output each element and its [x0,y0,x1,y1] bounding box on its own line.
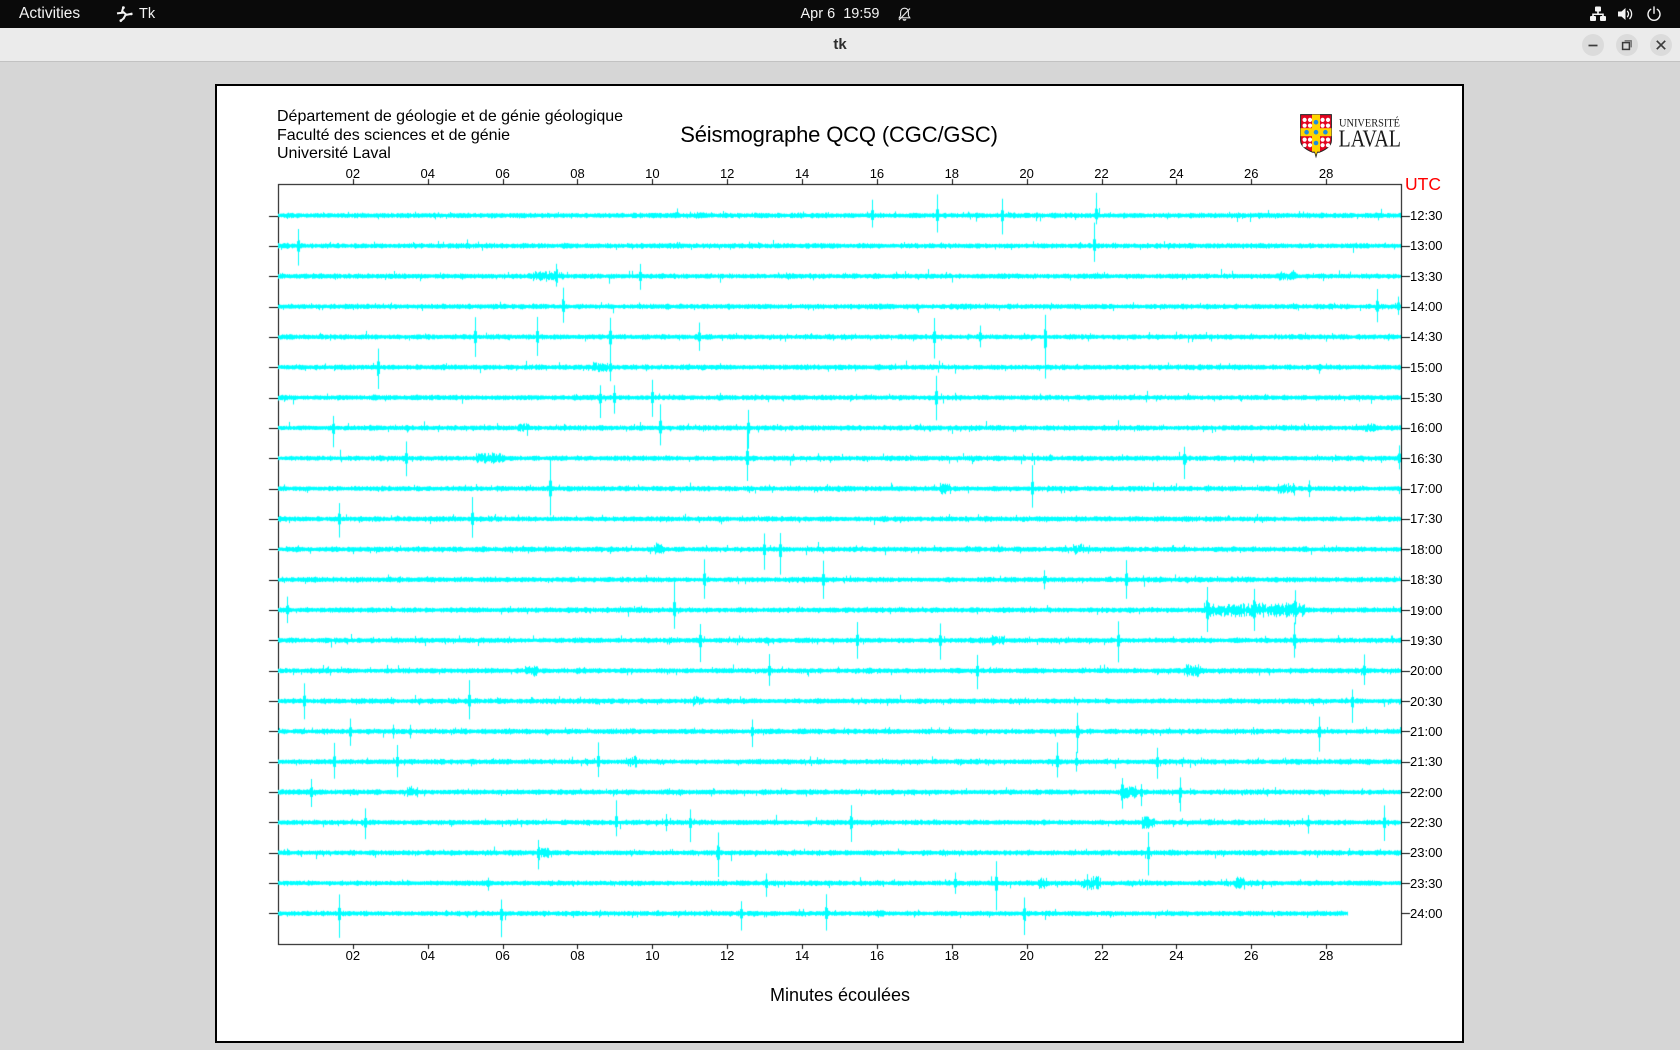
svg-text:LAVAL: LAVAL [1339,127,1402,153]
